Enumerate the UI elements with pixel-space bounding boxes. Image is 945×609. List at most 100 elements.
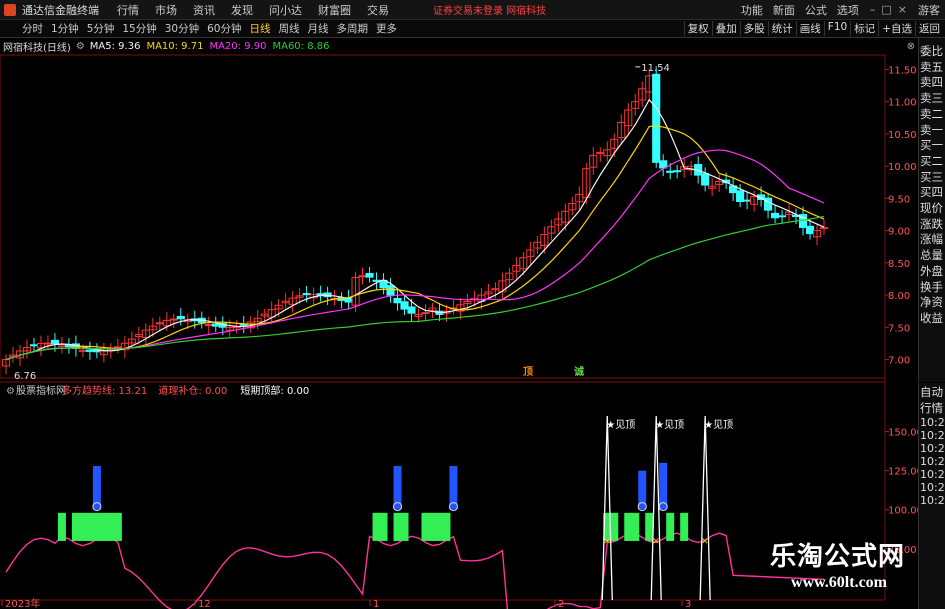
green-signal-bar-4 bbox=[92, 512, 101, 541]
candle-body-7 bbox=[50, 339, 60, 345]
quote-label-9[interactable]: 买四 bbox=[919, 185, 945, 201]
price-label-5: 9.00 bbox=[888, 227, 910, 238]
price-label-1: 11.00 bbox=[888, 98, 917, 109]
quote-label-17[interactable]: 收益 bbox=[919, 311, 945, 327]
time-label-6: 10:27 bbox=[920, 494, 945, 508]
quote-label-10[interactable]: 现价 bbox=[919, 201, 945, 217]
green-signal-bar-2 bbox=[78, 512, 87, 541]
quote-label-1[interactable]: 卖五 bbox=[919, 60, 945, 76]
time-label-5: 10:27 bbox=[920, 481, 945, 495]
green-signal-bar-3 bbox=[85, 512, 94, 541]
candle-body-105 bbox=[736, 190, 745, 203]
price-label-2: 10.50 bbox=[888, 130, 917, 141]
candle-body-25 bbox=[176, 316, 185, 320]
candle-body-51 bbox=[358, 275, 367, 278]
indicator-settings-icon: ⚙ bbox=[6, 386, 15, 397]
peak-label-0: ★见顶 bbox=[606, 419, 635, 431]
price-label-4: 9.50 bbox=[888, 194, 910, 205]
quote-label-2[interactable]: 卖四 bbox=[919, 75, 945, 91]
ma-line-10 bbox=[5, 125, 825, 361]
green-signal-bar-7 bbox=[113, 512, 122, 541]
quote-label-12[interactable]: 涨幅 bbox=[919, 232, 945, 248]
peak-label-1: ★见顶 bbox=[655, 419, 684, 431]
candle-body-93 bbox=[652, 73, 661, 163]
time-panel-title-0[interactable]: 自动 bbox=[919, 385, 945, 401]
time-panel-title-1[interactable]: 行情 bbox=[919, 401, 945, 417]
price-label-6: 8.50 bbox=[888, 259, 910, 270]
candle-body-110 bbox=[771, 212, 780, 219]
quote-label-3[interactable]: 卖三 bbox=[919, 91, 945, 107]
candle-body-55 bbox=[386, 285, 395, 296]
quote-label-16[interactable]: 净资 bbox=[919, 295, 945, 311]
quote-label-7[interactable]: 买二 bbox=[919, 154, 945, 170]
candle-body-22 bbox=[155, 322, 164, 325]
candle-body-106 bbox=[743, 199, 752, 202]
ma-line-5 bbox=[5, 98, 825, 361]
green-signal-bar-15 bbox=[442, 512, 451, 541]
green-signal-bar-11 bbox=[400, 512, 409, 541]
green-signal-bar-21 bbox=[666, 512, 675, 541]
candle-body-57 bbox=[400, 301, 409, 310]
quote-label-0[interactable]: 委比 bbox=[919, 44, 945, 60]
time-label-0: 10:27 bbox=[920, 416, 945, 430]
quote-label-8[interactable]: 买三 bbox=[919, 170, 945, 186]
green-signal-bar-19 bbox=[631, 512, 640, 541]
green-signal-bar-0 bbox=[57, 512, 66, 541]
candle-body-58 bbox=[407, 306, 416, 314]
candle-body-111 bbox=[777, 215, 787, 218]
quote-panel: 委比 卖五 卖四 卖三 卖二 卖一 买一 买二 买三 买四 现价 涨跌 涨幅 总量 外盘 换手 净资 收益 bbox=[918, 38, 945, 382]
green-signal-bar-1 bbox=[71, 512, 80, 541]
price-label-8: 7.50 bbox=[888, 323, 910, 334]
price-label-7: 8.00 bbox=[888, 291, 910, 302]
green-signal-bar-13 bbox=[428, 512, 437, 541]
green-signal-bar-14 bbox=[435, 512, 444, 541]
candle-body-56 bbox=[393, 297, 402, 304]
kline-chart[interactable]: 11.50 11.00 10.50 10.00 9.50 9.00 8.50 8.00 7.50… bbox=[0, 0, 945, 609]
green-signal-bar-17 bbox=[610, 512, 619, 541]
candle-body-115 bbox=[805, 225, 815, 235]
price-label-0: 11.50 bbox=[888, 65, 917, 76]
quote-label-5[interactable]: 卖一 bbox=[919, 123, 945, 139]
green-signal-bar-22 bbox=[680, 512, 689, 541]
green-signal-bar-9 bbox=[379, 512, 388, 541]
quote-label-6[interactable]: 买一 bbox=[919, 138, 945, 154]
time-label-3: 10:27 bbox=[920, 455, 945, 469]
peak-marker-2: ✕ bbox=[701, 537, 709, 547]
peak-marker-0: ✕ bbox=[603, 537, 611, 547]
indicator-legend-3: 短期顶部: 0.00 bbox=[240, 384, 309, 397]
green-signal-bar-5 bbox=[99, 512, 108, 541]
green-signal-bar-8 bbox=[372, 512, 381, 541]
green-signal-bar-10 bbox=[393, 512, 402, 541]
candle-body-4 bbox=[29, 344, 39, 347]
date-label-3: 2 bbox=[558, 599, 564, 609]
candle-body-43 bbox=[302, 292, 311, 296]
quote-label-11[interactable]: 涨跌 bbox=[919, 217, 945, 233]
candle-body-30 bbox=[211, 323, 220, 327]
candle-body-12 bbox=[85, 349, 94, 352]
time-panel: 自动行情 10:2710:2710:2710:2710:2710:2710:27 bbox=[918, 383, 945, 609]
indicator-legend-0: 股票指标网 bbox=[16, 384, 66, 397]
candle-body-6 bbox=[43, 342, 53, 345]
date-label-0: 2023年 bbox=[5, 597, 40, 609]
signal-label-1: 诚 bbox=[574, 365, 584, 378]
quote-label-15[interactable]: 换手 bbox=[919, 280, 945, 296]
candle-body-95 bbox=[666, 170, 675, 173]
date-label-4: 3 bbox=[685, 599, 691, 609]
quote-label-13[interactable]: 总量 bbox=[919, 248, 945, 264]
time-label-4: 10:27 bbox=[920, 468, 945, 482]
quote-label-4[interactable]: 卖二 bbox=[919, 107, 945, 123]
green-signal-bar-12 bbox=[421, 512, 430, 541]
trading-terminal-window: 通达信金融终端 行情 市场 资讯 发现 问小达 财富圈 交易 证券交易未登录 网宿科技 功能… bbox=[0, 0, 945, 609]
candle-body-60 bbox=[421, 312, 430, 315]
watermark-title: 乐淘公式网 bbox=[769, 542, 905, 571]
candle-body-100 bbox=[701, 173, 710, 186]
price-label-3: 10.00 bbox=[888, 162, 917, 173]
quote-label-14[interactable]: 外盘 bbox=[919, 264, 945, 280]
peak-label-2: ★见顶 bbox=[704, 419, 733, 431]
date-label-1: 12 bbox=[198, 599, 211, 609]
candle-body-24 bbox=[169, 318, 178, 321]
candle-body-52 bbox=[365, 273, 374, 278]
time-label-2: 10:27 bbox=[920, 442, 945, 456]
date-label-2: 1 bbox=[373, 599, 379, 609]
watermark-url: www.60lt.com bbox=[791, 574, 887, 591]
